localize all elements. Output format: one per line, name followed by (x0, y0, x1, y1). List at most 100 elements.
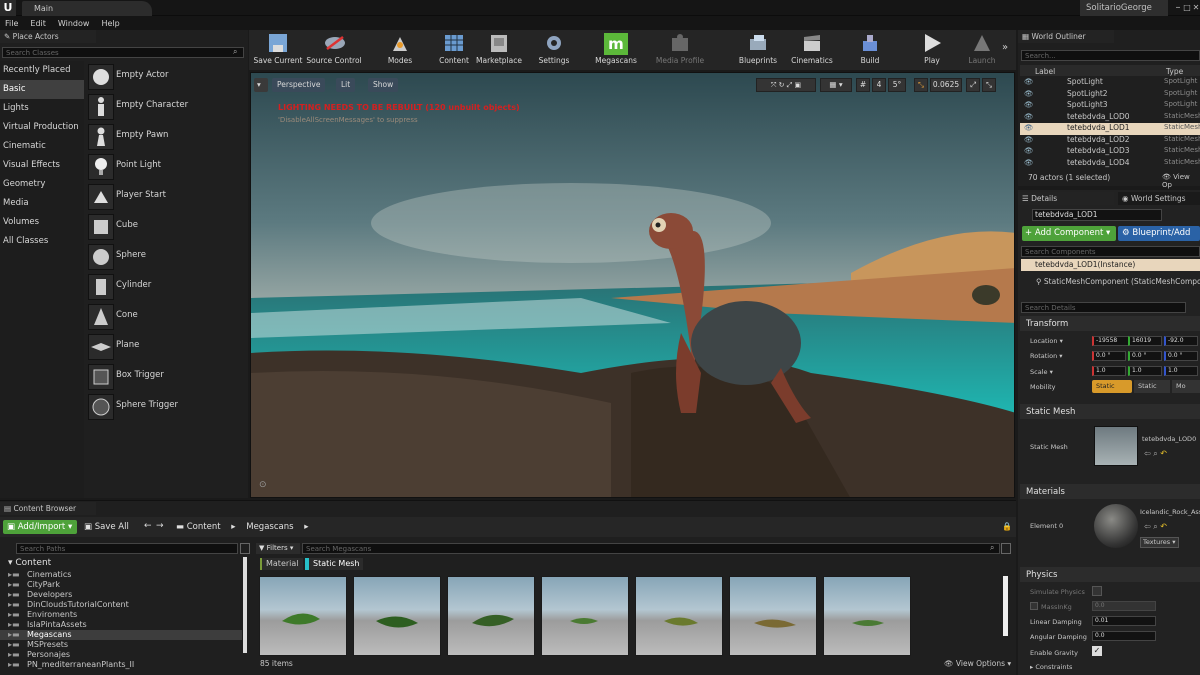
marketplace-button[interactable]: Marketplace (472, 30, 526, 68)
grid-snap-icon[interactable]: # (856, 78, 870, 92)
search-details-input[interactable]: Search Details (1021, 302, 1186, 313)
visibility-icon[interactable]: 👁 (1024, 146, 1034, 155)
asset-thumbnail[interactable] (635, 576, 723, 656)
visibility-icon[interactable]: 👁 (1024, 77, 1034, 86)
actor-item-cylinder[interactable]: Cylinder (86, 272, 246, 302)
category-volumes[interactable]: Volumes (0, 213, 84, 232)
tree-item-enviroments[interactable]: Enviroments (0, 610, 242, 620)
camera-speed-label[interactable]: 0.0625 (930, 78, 962, 92)
asset-thumbnail[interactable] (823, 576, 911, 656)
mass-field[interactable]: 0.0 (1092, 601, 1156, 611)
toolbar-overflow-icon[interactable]: » (1002, 42, 1008, 53)
outliner-row[interactable]: 👁 tetebdvda_LOD4 StaticMesh (1020, 158, 1200, 170)
actor-item-box-trigger[interactable]: Box Trigger (86, 362, 246, 392)
transform-section[interactable]: Transform (1020, 316, 1200, 331)
outliner-row[interactable]: 👁 tetebdvda_LOD0 StaticMesh (1020, 112, 1200, 124)
category-cinematic[interactable]: Cinematic (0, 137, 84, 156)
search-assets-input[interactable]: Search Megascans (302, 543, 1000, 554)
save-all-button[interactable]: ▣ Save All (84, 522, 129, 532)
place-actors-tab[interactable]: ✎ Place Actors (0, 30, 96, 43)
back-arrow-icon[interactable]: ← (144, 521, 152, 531)
restore-viewport-icon[interactable]: ⤡ (982, 78, 996, 92)
actor-item-point-light[interactable]: Point Light (86, 152, 246, 182)
lit-button[interactable]: Lit (336, 78, 356, 92)
rotation-label[interactable]: Rotation ▾ (1030, 352, 1063, 360)
category-all-classes[interactable]: All Classes (0, 232, 84, 251)
perspective-button[interactable]: Perspective (272, 78, 326, 92)
outliner-row[interactable]: 👁 SpotLight2 SpotLight (1020, 89, 1200, 101)
visibility-icon[interactable]: 👁 (1024, 89, 1034, 98)
simulate-physics-checkbox[interactable] (1092, 586, 1102, 596)
add-component-button[interactable]: + Add Component ▾ (1022, 226, 1116, 241)
static-mesh-thumbnail[interactable] (1094, 426, 1138, 466)
scale-snap-icon[interactable]: ⤡ (914, 78, 928, 92)
blueprint-add-button[interactable]: ⚙ Blueprint/Add (1118, 226, 1200, 241)
tree-scrollbar[interactable] (243, 557, 247, 653)
scale-x-field[interactable]: 1.0 (1092, 366, 1126, 376)
mass-checkbox[interactable] (1030, 602, 1038, 610)
tree-item-personajes[interactable]: Personajes (0, 650, 242, 660)
menu-window[interactable]: Window (58, 19, 90, 28)
filter-chip-material[interactable]: Material (260, 558, 303, 570)
search-paths-input[interactable]: Search Paths (16, 543, 238, 554)
category-visual-effects[interactable]: Visual Effects (0, 156, 84, 175)
asset-thumbnail[interactable] (447, 576, 535, 656)
asset-thumbnail[interactable] (541, 576, 629, 656)
material-value[interactable]: Icelandic_Rock_Ass (1140, 508, 1200, 516)
location-x-field[interactable]: -19558 (1092, 336, 1130, 346)
rotation-x-field[interactable]: 0.0 ° (1092, 351, 1126, 361)
visibility-icon[interactable]: 👁 (1024, 100, 1034, 109)
category-basic[interactable]: Basic (0, 80, 84, 99)
breadcrumb-megascans[interactable]: Megascans (246, 522, 293, 532)
tree-root-content[interactable]: ▾ Content (0, 558, 242, 568)
category-recently-placed[interactable]: Recently Placed (0, 61, 84, 80)
cinematics-button[interactable]: Cinematics (786, 30, 838, 68)
category-geometry[interactable]: Geometry (0, 175, 84, 194)
build-button[interactable]: Build (844, 30, 896, 68)
outliner-row-selected[interactable]: 👁 tetebdvda_LOD1 StaticMesh (1020, 123, 1200, 135)
enable-gravity-checkbox[interactable]: ✓ (1092, 646, 1102, 656)
asset-view-options-icon[interactable] (1001, 543, 1011, 554)
play-button[interactable]: Play (906, 30, 958, 68)
asset-thumbnail[interactable] (353, 576, 441, 656)
constraints-label[interactable]: ▸ Constraints (1030, 663, 1072, 671)
actor-item-empty-pawn[interactable]: Empty Pawn (86, 122, 246, 152)
static-mesh-section[interactable]: Static Mesh (1020, 404, 1200, 419)
modes-button[interactable]: Modes (374, 30, 426, 68)
surface-snap-icon[interactable]: ▦ ▾ (820, 78, 852, 92)
material-thumbnail[interactable] (1094, 504, 1138, 548)
physics-section[interactable]: Physics (1020, 567, 1200, 582)
asset-thumbnail[interactable] (259, 576, 347, 656)
scale-icon[interactable]: ⤢ (966, 78, 980, 92)
close-icon[interactable]: ✕ (1189, 1, 1200, 14)
rotation-z-field[interactable]: 0.0 ° (1164, 351, 1198, 361)
tree-item-cinematics[interactable]: Cinematics (0, 570, 242, 580)
blueprints-button[interactable]: Blueprints (732, 30, 784, 68)
settings-button[interactable]: Settings (528, 30, 580, 68)
outliner-row[interactable]: 👁 tetebdvda_LOD2 StaticMesh (1020, 135, 1200, 147)
location-label[interactable]: Location ▾ (1030, 337, 1063, 345)
rotation-y-field[interactable]: 0.0 ° (1128, 351, 1162, 361)
outliner-view-options[interactable]: 👁 View Op (1162, 173, 1200, 189)
save-current-button[interactable]: Save Current (252, 30, 304, 68)
path-view-options-icon[interactable] (240, 543, 250, 554)
search-classes-input[interactable]: Search Classes (2, 47, 244, 58)
details-tab[interactable]: ☰ Details (1018, 192, 1114, 205)
tree-item-citypark[interactable]: CityPark (0, 580, 242, 590)
static-mesh-component-row[interactable]: ⚲ StaticMeshComponent (StaticMeshCompon (1036, 277, 1200, 286)
menu-file[interactable]: File (5, 19, 18, 28)
assets-scrollbar[interactable] (1003, 576, 1008, 636)
outliner-row[interactable]: 👁 SpotLight3 SpotLight (1020, 100, 1200, 112)
megascans-button[interactable]: m Megascans (590, 30, 642, 68)
media-profile-button[interactable]: Media Profile (652, 30, 708, 68)
menu-edit[interactable]: Edit (30, 19, 46, 28)
materials-section[interactable]: Materials (1020, 484, 1200, 499)
actor-item-cone[interactable]: Cone (86, 302, 246, 332)
location-z-field[interactable]: -92.0 (1164, 336, 1198, 346)
tree-item-dinclouds[interactable]: DinCloudsTutorialContent (0, 600, 242, 610)
tree-item-mspresets[interactable]: MSPresets (0, 640, 242, 650)
filter-chip-static-mesh[interactable]: Static Mesh (305, 558, 364, 570)
visibility-icon[interactable]: 👁 (1024, 135, 1034, 144)
outliner-row[interactable]: 👁 SpotLight SpotLight (1020, 77, 1200, 89)
lock-icon[interactable]: 🔒 (1002, 522, 1012, 531)
